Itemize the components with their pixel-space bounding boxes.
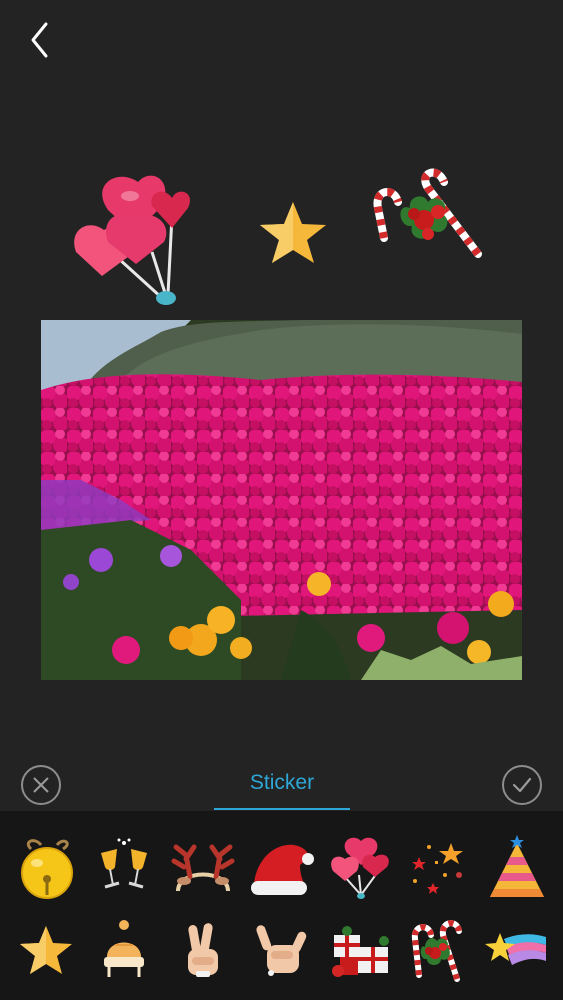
sticker-shaka-hand[interactable] [246,914,318,986]
sticker-winter-beanie[interactable] [88,914,160,986]
sticker-gift-boxes[interactable] [324,914,396,986]
candy-canes-icon [411,920,462,982]
confetti-stars-icon [412,843,463,894]
gold-star-icon [20,926,72,974]
sticker-champagne-toast[interactable] [88,832,160,904]
tab-sticker[interactable]: Sticker [214,771,350,795]
peace-hand-icon [188,923,218,977]
sticker-heart-balloons[interactable] [324,832,396,904]
close-icon [33,777,49,793]
party-hat-icon [490,835,544,897]
placed-heart-balloons-sticker[interactable] [68,172,196,310]
back-button[interactable] [24,20,60,60]
sticker-party-hat[interactable] [481,832,553,904]
candy-canes-icon [373,168,482,258]
pink-flowers-photo-image [41,320,522,680]
sticker-candy-canes[interactable] [402,914,474,986]
sticker-confetti-stars[interactable] [402,832,474,904]
edited-photo[interactable] [41,320,522,680]
checkmark-icon [512,777,532,793]
mode-bar: Sticker [0,757,563,811]
sticker-gold-star[interactable] [10,914,82,986]
winter-beanie-icon [104,920,144,977]
champagne-toast-icon [101,838,147,889]
placed-gold-star-sticker[interactable] [258,198,328,266]
sticker-reindeer-antlers[interactable] [167,832,239,904]
cancel-button[interactable] [21,765,61,805]
sticker-shooting-star[interactable] [481,914,553,986]
placed-candy-canes-sticker[interactable] [368,168,488,260]
sticker-tray [0,811,563,1000]
gift-boxes-icon [332,926,389,977]
heart-balloons-icon [331,837,389,899]
gold-star-icon [260,202,326,263]
heart-balloons-icon [74,175,191,305]
santa-hat-icon [251,844,314,895]
reindeer-antlers-icon [171,844,235,892]
shaka-hand-icon [256,925,307,976]
shooting-star-icon [485,933,546,965]
jingle-bell-icon [21,839,73,899]
sticker-santa-hat[interactable] [246,832,318,904]
tab-underline [214,808,350,810]
confirm-button[interactable] [502,765,542,805]
sticker-jingle-bell[interactable] [10,832,82,904]
sticker-peace-hand[interactable] [167,914,239,986]
chevron-left-icon [31,22,48,58]
